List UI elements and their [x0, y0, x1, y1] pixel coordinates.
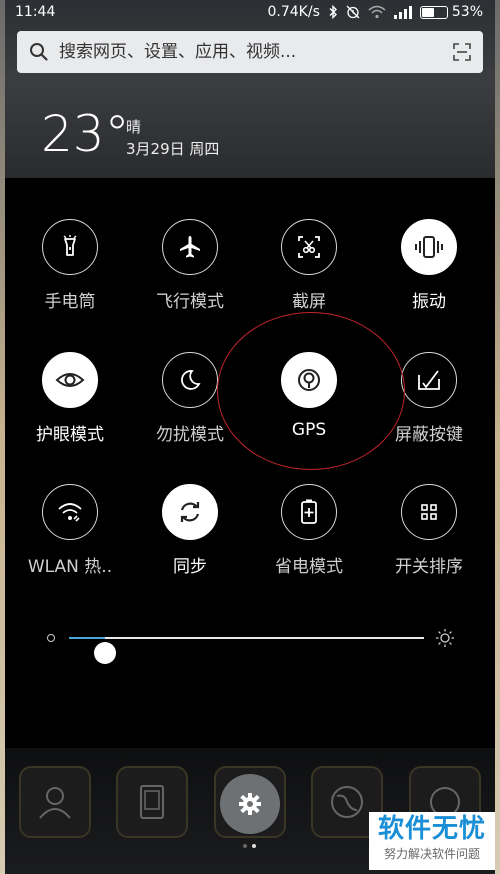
- toggle-flashlight[interactable]: 手电筒: [12, 219, 132, 329]
- bluetooth-icon: [328, 5, 338, 19]
- toggle-moon[interactable]: 勿扰模式: [132, 352, 252, 462]
- brightness-max-icon: [435, 628, 455, 652]
- toggle-label: WLAN 热..: [27, 557, 113, 577]
- eye-icon: [55, 367, 85, 393]
- toggle-screenshot[interactable]: 截屏: [251, 219, 371, 329]
- toggle-label: GPS: [291, 420, 327, 440]
- toggle-label: 截屏: [292, 292, 326, 312]
- toggle-button[interactable]: [401, 484, 457, 540]
- flashlight-icon: [57, 234, 83, 260]
- search-icon: [29, 42, 49, 66]
- toggle-airplane[interactable]: 飞行模式: [132, 219, 252, 329]
- weather-date: 3月29日 周四: [126, 140, 220, 158]
- brightness-slider[interactable]: [47, 622, 455, 664]
- airplane-icon: [177, 234, 203, 260]
- temperature: 23°: [41, 105, 130, 163]
- weather-condition: 晴: [126, 118, 142, 136]
- grid-icon: [418, 501, 440, 523]
- toggle-button[interactable]: [401, 352, 457, 408]
- scan-icon[interactable]: [453, 43, 471, 65]
- device-frame-right: [495, 0, 500, 874]
- toggle-button[interactable]: [42, 484, 98, 540]
- search-placeholder: 搜索网页、设置、应用、视频...: [59, 42, 297, 62]
- brightness-thumb[interactable]: [94, 642, 116, 664]
- signal-icon: [393, 5, 412, 19]
- battery-indicator: 53%: [419, 0, 483, 24]
- sync-icon: [176, 498, 204, 526]
- phone-screen: 11:44 0.74K/s 53% 搜索网页、设置、应用、视频... 23° 晴…: [5, 0, 495, 874]
- toggle-button[interactable]: [281, 484, 337, 540]
- watermark-title: 软件无忧: [377, 814, 486, 844]
- gps-icon: [294, 365, 324, 395]
- wifi-icon: [368, 5, 386, 19]
- settings-gear-button[interactable]: [220, 774, 280, 834]
- toggle-label: 屏蔽按键: [395, 425, 463, 445]
- battery-fill: [421, 7, 434, 17]
- search-bar[interactable]: 搜索网页、设置、应用、视频...: [17, 31, 483, 73]
- toggle-label: 护眼模式: [36, 425, 104, 445]
- brightness-track[interactable]: [69, 637, 424, 664]
- status-bar: 11:44 0.74K/s 53%: [5, 0, 495, 24]
- page-indicator: [243, 844, 256, 848]
- status-time: 11:44: [15, 4, 56, 20]
- toggle-button[interactable]: [42, 352, 98, 408]
- toggle-label: 勿扰模式: [156, 425, 224, 445]
- toggle-label: 同步: [173, 557, 207, 577]
- toggle-label: 手电筒: [44, 292, 96, 312]
- toggle-eye[interactable]: 护眼模式: [12, 352, 132, 462]
- brightness-min-icon: [47, 634, 55, 642]
- toggle-grid[interactable]: 开关排序: [371, 484, 491, 594]
- status-icons: 0.74K/s 53%: [268, 0, 484, 24]
- watermark-logo: 软件无忧 努力解决软件问题: [369, 812, 495, 870]
- toggle-label: 飞行模式: [156, 292, 224, 312]
- phone-app-icon[interactable]: [116, 766, 188, 838]
- brightness-track-fill: [69, 637, 105, 639]
- moon-icon: [177, 367, 203, 393]
- toggle-label: 省电模式: [275, 557, 343, 577]
- contacts-app-icon[interactable]: [19, 766, 91, 838]
- hotspot-icon: [56, 499, 84, 525]
- alarm-off-icon: [346, 5, 360, 19]
- page-dot: [243, 844, 247, 848]
- vibrate-icon: [414, 234, 444, 260]
- toggle-button[interactable]: [162, 352, 218, 408]
- toggle-block-keys[interactable]: 屏蔽按键: [371, 352, 491, 462]
- toggle-button[interactable]: [281, 352, 337, 408]
- battery-saver-icon: [297, 498, 321, 526]
- page-dot-active: [252, 844, 256, 848]
- toggle-button[interactable]: [401, 219, 457, 275]
- toggle-label: 开关排序: [395, 557, 463, 577]
- toggle-gps[interactable]: GPS: [251, 352, 371, 462]
- toggle-button[interactable]: [42, 219, 98, 275]
- toggle-button[interactable]: [162, 484, 218, 540]
- toggle-battery-saver[interactable]: 省电模式: [251, 484, 371, 594]
- battery-percent: 53%: [451, 4, 483, 20]
- toggle-hotspot[interactable]: WLAN 热..: [12, 484, 132, 594]
- toggle-vibrate[interactable]: 振动: [371, 219, 491, 329]
- battery-icon: [419, 5, 448, 19]
- toggle-sync[interactable]: 同步: [132, 484, 252, 594]
- toggle-button[interactable]: [281, 219, 337, 275]
- screenshot-icon: [296, 234, 322, 260]
- block-keys-icon: [415, 367, 443, 393]
- toggle-label: 振动: [412, 292, 446, 312]
- watermark-subtitle: 努力解决软件问题: [383, 847, 480, 861]
- network-speed: 0.74K/s: [267, 4, 320, 20]
- toggle-button[interactable]: [162, 219, 218, 275]
